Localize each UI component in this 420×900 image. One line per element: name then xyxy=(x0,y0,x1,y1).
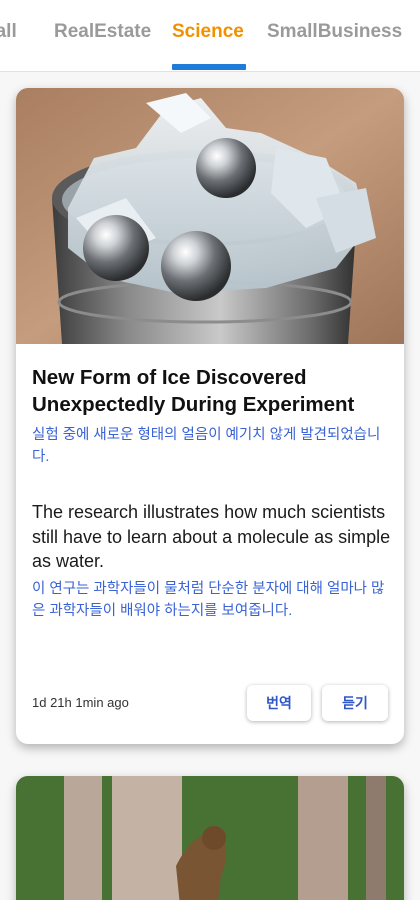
translate-button[interactable]: 번역 xyxy=(247,685,311,721)
article-summary: The research illustrates how much scient… xyxy=(32,502,391,571)
tab-realestate[interactable]: RealEstate xyxy=(54,18,151,46)
active-tab-indicator xyxy=(172,64,246,70)
listen-button[interactable]: 듣기 xyxy=(322,685,388,721)
article-summary-translation: 이 연구는 과학자들이 물처럼 단순한 분자에 대해 얼마나 많은 과학자들이 … xyxy=(32,581,385,619)
article-title-translation: 실험 중에 새로운 형태의 얼음이 예기치 않게 발견되었습니다. xyxy=(32,427,381,465)
article-title[interactable]: New Form of Ice Discovered Unexpectedly … xyxy=(32,364,392,418)
tab-smallbusiness[interactable]: SmallBusiness xyxy=(267,18,402,46)
next-article-image xyxy=(16,776,404,900)
article-card[interactable]: New Form of Ice Discovered Unexpectedly … xyxy=(16,88,404,744)
ice-cup-photo xyxy=(16,88,404,344)
tab-science[interactable]: Science xyxy=(172,18,244,46)
next-article-card[interactable] xyxy=(16,776,404,900)
tab-football[interactable]: ball xyxy=(0,18,17,46)
article-image xyxy=(16,88,404,344)
article-timestamp: 1d 21h 1min ago xyxy=(32,695,129,710)
category-tab-bar: ball RealEstate Science SmallBusiness xyxy=(0,0,420,72)
